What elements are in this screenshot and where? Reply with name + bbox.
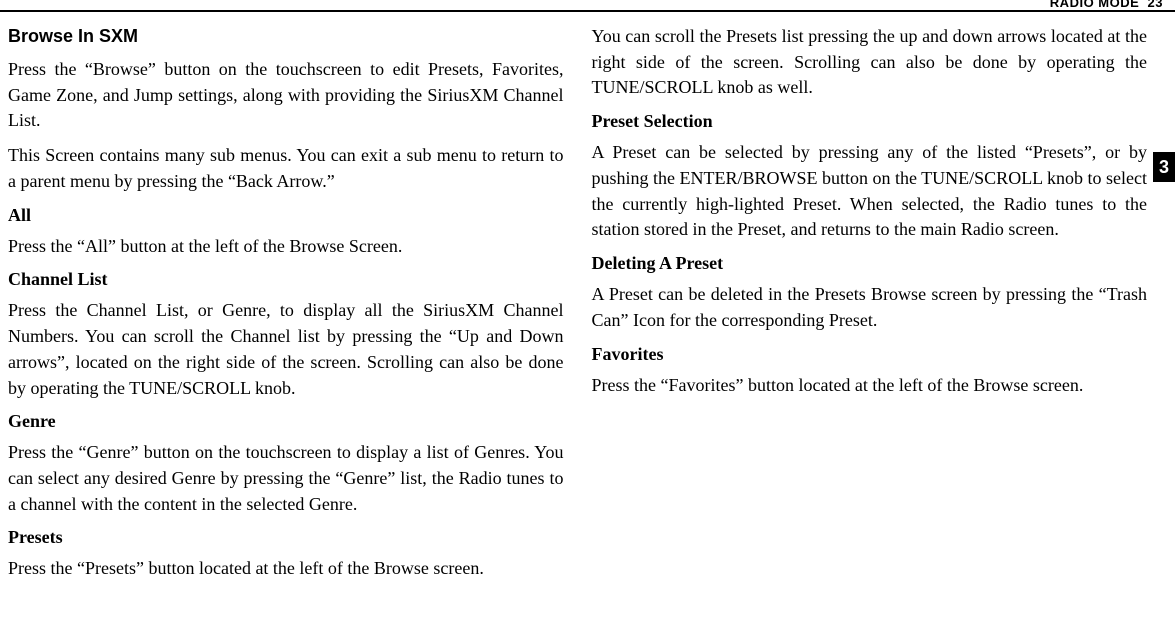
heading-all: All <box>8 205 564 226</box>
section-tab: 3 <box>1153 152 1175 182</box>
header-rule <box>0 10 1175 12</box>
body-text: A Preset can be selected by pressing any… <box>592 140 1148 243</box>
body-text: Press the “Favorites” button located at … <box>592 373 1148 399</box>
heading-deleting-preset: Deleting A Preset <box>592 253 1148 274</box>
heading-presets: Presets <box>8 527 564 548</box>
heading-genre: Genre <box>8 411 564 432</box>
body-text: Press the “Presets” button located at th… <box>8 556 564 582</box>
section-tab-number: 3 <box>1159 157 1169 178</box>
heading-preset-selection: Preset Selection <box>592 111 1148 132</box>
heading-favorites: Favorites <box>592 344 1148 365</box>
body-text: Press the Channel List, or Genre, to dis… <box>8 298 564 401</box>
heading-channel-list: Channel List <box>8 269 564 290</box>
body-text: Press the “Browse” button on the touchsc… <box>8 57 564 134</box>
page-content: Browse In SXM Press the “Browse” button … <box>8 24 1147 618</box>
body-text: A Preset can be deleted in the Presets B… <box>592 282 1148 333</box>
heading-browse-in-sxm: Browse In SXM <box>8 26 564 47</box>
body-text: You can scroll the Presets list pressing… <box>592 24 1148 101</box>
body-text: Press the “All” button at the left of th… <box>8 234 564 260</box>
body-text: Press the “Genre” button on the touchscr… <box>8 440 564 517</box>
header-label: RADIO MODE 23 <box>1044 0 1163 10</box>
header-section-name: RADIO MODE <box>1050 0 1140 10</box>
body-text: This Screen contains many sub menus. You… <box>8 143 564 194</box>
page-number: 23 <box>1148 0 1163 10</box>
